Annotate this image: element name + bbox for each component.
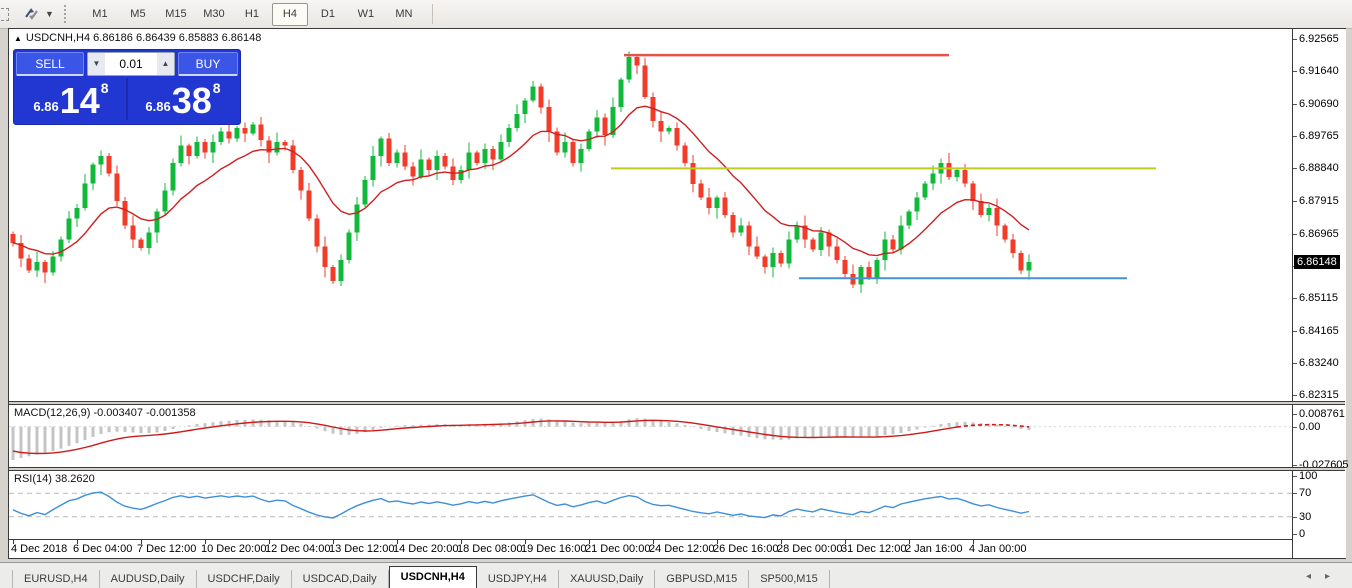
price-axis-label: 6.89765	[1299, 130, 1339, 142]
new-order-icon[interactable]	[23, 6, 41, 22]
timeframe-button-mn[interactable]: MN	[386, 3, 422, 26]
price-axis-label: 6.90690	[1299, 98, 1339, 110]
crosshair-select-icon[interactable]	[0, 8, 9, 21]
rsi-axis-label: 0	[1299, 528, 1305, 540]
buy-price-prefix: 6.86	[145, 99, 170, 114]
time-axis-label: 19 Dec 16:00	[521, 543, 586, 555]
rsi-axis-label: 100	[1299, 470, 1317, 482]
price-axis-label: 6.83240	[1299, 357, 1339, 369]
sell-price-sup: 8	[101, 80, 109, 96]
timeframe-buttons: M1M5M15M30H1H4D1W1MN	[82, 3, 424, 26]
macd-axis-label: 0.008761	[1299, 408, 1345, 420]
price-axis-label: 6.88840	[1299, 162, 1339, 174]
sell-button[interactable]: SELL	[16, 52, 84, 76]
timeframe-button-w1[interactable]: W1	[348, 3, 384, 26]
lot-size-stepper: ▼ ▲	[87, 52, 175, 76]
time-axis-label: 14 Dec 20:00	[393, 543, 458, 555]
timeframe-button-h1[interactable]: H1	[234, 3, 270, 26]
chart-tab-gbpusd-m15[interactable]: GBPUSD,M15	[655, 570, 749, 588]
timeframe-button-m5[interactable]: M5	[120, 3, 156, 26]
price-axis-label: 6.92565	[1299, 33, 1339, 45]
macd-axis-label: 0.00	[1299, 421, 1320, 433]
time-axis-label: 28 Dec 00:00	[777, 543, 842, 555]
toolbar-grip	[64, 5, 72, 23]
rsi-axis-label: 70	[1299, 487, 1311, 499]
symbol-ohlc-text: USDCNH,H4 6.86186 6.86439 6.85883 6.8614…	[26, 32, 261, 44]
chart-tab-bar: EURUSD,H4AUDUSD,DailyUSDCHF,DailyUSDCAD,…	[0, 562, 1352, 588]
time-axis-label: 2 Jan 16:00	[905, 543, 963, 555]
time-axis-label: 7 Dec 12:00	[137, 543, 196, 555]
time-axis-label: 4 Dec 2018	[11, 543, 67, 555]
rsi-label: RSI(14) 38.2620	[14, 473, 95, 485]
timeframe-button-h4[interactable]: H4	[272, 3, 308, 26]
chart-tab-usdchf-daily[interactable]: USDCHF,Daily	[197, 570, 292, 588]
time-axis-label: 6 Dec 04:00	[73, 543, 132, 555]
chart-tab-audusd-daily[interactable]: AUDUSD,Daily	[100, 570, 197, 588]
one-click-trading-panel: SELL ▼ ▲ BUY 6.86 14 8 6.86 38 8	[13, 49, 241, 125]
buy-price-main: 38	[172, 84, 212, 118]
chart-tab-xauusd-daily[interactable]: XAUUSD,Daily	[559, 570, 655, 588]
time-axis-label: 21 Dec 00:00	[585, 543, 650, 555]
buy-price-quote[interactable]: 6.86 38 8	[128, 78, 238, 120]
tab-scroll-arrows[interactable]: ◂▸	[1306, 571, 1344, 582]
chart-tab-usdjpy-h4[interactable]: USDJPY,H4	[477, 570, 559, 588]
buy-button[interactable]: BUY	[178, 52, 238, 76]
time-axis[interactable]: 4 Dec 2018 6 Dec 04:00 7 Dec 12:00 10 Dec 2…	[9, 539, 1292, 558]
price-axis-label: 6.82315	[1299, 389, 1339, 401]
lot-decrease-button[interactable]: ▼	[88, 53, 105, 75]
timeframe-toolbar: ▼ M1M5M15M30H1H4D1W1MN	[0, 0, 1352, 29]
chart-tab-sp500-m15[interactable]: SP500,M15	[749, 570, 829, 588]
lot-increase-button[interactable]: ▲	[157, 53, 174, 75]
timeframe-button-m15[interactable]: M15	[158, 3, 194, 26]
price-axis-label: 6.85115	[1299, 292, 1338, 304]
chart-tab-eurusd-h4[interactable]: EURUSD,H4	[12, 570, 100, 588]
pane-splitter[interactable]	[9, 401, 1345, 405]
mt4-terminal: ▼ M1M5M15M30H1H4D1W1MN ▲USDCNH,H4 6.8618…	[0, 0, 1352, 588]
price-axis-label: 6.91640	[1299, 65, 1339, 77]
lot-size-input[interactable]	[105, 53, 157, 75]
sell-price-quote[interactable]: 6.86 14 8	[16, 78, 126, 120]
chart-window: ▲ USDCNH,H4 6.86186 6.86439 6.85883 6.861…	[8, 28, 1346, 559]
chart-tab-usdcad-daily[interactable]: USDCAD,Daily	[292, 570, 389, 588]
rsi-axis-label: 30	[1299, 511, 1311, 523]
time-axis-label: 26 Dec 16:00	[713, 543, 778, 555]
time-axis-label: 4 Jan 00:00	[969, 543, 1027, 555]
chart-symbol-header: ▲ USDCNH,H4 6.86186 6.86439 6.85883 6.861…	[14, 32, 261, 44]
sell-price-main: 14	[60, 84, 100, 118]
pane-splitter[interactable]	[9, 467, 1345, 471]
time-axis-label: 10 Dec 20:00	[201, 543, 266, 555]
price-axis-label: 6.87915	[1299, 195, 1339, 207]
timeframe-button-m1[interactable]: M1	[82, 3, 118, 26]
time-axis-label: 24 Dec 12:00	[649, 543, 714, 555]
macd-pane[interactable]: MACD(12,26,9) -0.003407 -0.001358	[9, 405, 1292, 467]
timeframe-button-d1[interactable]: D1	[310, 3, 346, 26]
chart-tab-usdcnh-h4[interactable]: USDCNH,H4	[389, 566, 477, 588]
time-axis-label: 18 Dec 08:00	[457, 543, 522, 555]
macd-label: MACD(12,26,9) -0.003407 -0.001358	[14, 407, 196, 419]
timeframe-button-m30[interactable]: M30	[196, 3, 232, 26]
toolbar-separator	[432, 4, 433, 24]
time-axis-label: 31 Dec 12:00	[841, 543, 906, 555]
price-axis-label: 6.86965	[1299, 228, 1339, 240]
price-axis[interactable]: 6.86148 6.92565 6.91640 6.90690 6.89765 6.88…	[1292, 29, 1346, 558]
time-axis-label: 12 Dec 04:00	[265, 543, 330, 555]
collapse-triangle-icon[interactable]: ▲	[14, 34, 22, 43]
sell-price-prefix: 6.86	[33, 99, 58, 114]
buy-price-sup: 8	[213, 80, 221, 96]
chevron-down-icon[interactable]: ▼	[45, 9, 54, 19]
rsi-pane[interactable]: RSI(14) 38.2620	[9, 471, 1292, 539]
time-axis-label: 13 Dec 12:00	[329, 543, 394, 555]
current-price-tag: 6.86148	[1294, 255, 1340, 269]
price-axis-label: 6.84165	[1299, 325, 1339, 337]
